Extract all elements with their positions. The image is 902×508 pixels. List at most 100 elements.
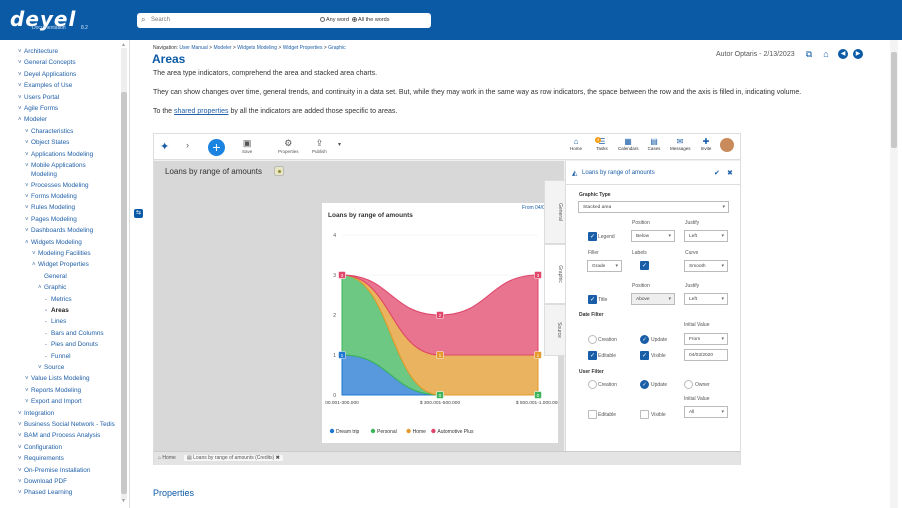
sidebar-item[interactable]: ˅ On-Premise Installation bbox=[18, 467, 90, 474]
sidebar-item[interactable]: ˅ Phased Learning bbox=[18, 489, 72, 496]
toolbar-cases[interactable]: ▤ Cases bbox=[644, 137, 664, 151]
sidebar-item[interactable]: ˄ Modeler bbox=[18, 116, 47, 123]
creation-radio[interactable] bbox=[588, 335, 597, 344]
graphic-type-select[interactable]: Stacked area ▾ bbox=[578, 201, 729, 213]
legend-checkbox[interactable]: ✓ bbox=[588, 232, 597, 241]
sidebar-item[interactable]: ˅ Deyel Applications bbox=[18, 71, 76, 78]
collapse-sidebar-icon[interactable]: ⇆ bbox=[134, 209, 143, 218]
editable-checkbox[interactable]: ✓ bbox=[588, 351, 597, 360]
sidebar-item[interactable]: ˄ Graphic bbox=[38, 284, 66, 291]
scroll-up-icon[interactable]: ▲ bbox=[121, 42, 126, 48]
user-editable-checkbox[interactable] bbox=[588, 410, 597, 419]
sidebar-item[interactable]: ˅ Architecture bbox=[18, 48, 58, 55]
radio-all-words[interactable]: All the words bbox=[352, 17, 390, 23]
curve-select[interactable]: Smooth ▾ bbox=[684, 260, 728, 272]
breadcrumb-link[interactable]: Modeler bbox=[213, 45, 231, 51]
sidebar-item[interactable]: ˅ Dashboards Modeling bbox=[25, 227, 93, 234]
properties-button[interactable]: ⚙ Properties bbox=[278, 138, 299, 154]
sidebar-item[interactable]: ˅ Requirements bbox=[18, 455, 64, 462]
tab-general[interactable]: General bbox=[544, 180, 566, 244]
sidebar-item[interactable]: Modeling bbox=[25, 171, 57, 178]
save-button[interactable]: ▣ Save bbox=[242, 138, 252, 154]
sidebar-item[interactable]: ˅ Download PDF bbox=[18, 478, 67, 485]
widget-status-icon[interactable] bbox=[274, 166, 284, 176]
copy-link-icon[interactable]: ⧉ bbox=[804, 49, 814, 59]
sidebar-item[interactable]: ˅ Forms Modeling bbox=[25, 193, 77, 200]
home-icon[interactable]: ⌂ bbox=[821, 49, 831, 59]
sidebar-item[interactable]: ˅ Users Portal bbox=[18, 94, 59, 101]
title-justify-select[interactable]: Left ▾ bbox=[684, 293, 728, 305]
sidebar-item[interactable]: ˅ Examples of Use bbox=[18, 82, 72, 89]
sidebar-item[interactable]: ˅ Value Lists Modeling bbox=[25, 375, 90, 382]
shared-properties-link[interactable]: shared properties bbox=[174, 108, 228, 115]
sidebar-item[interactable]: - Areas bbox=[45, 307, 69, 314]
search-input[interactable]: Search bbox=[151, 17, 170, 23]
sidebar-item[interactable]: ˅ Reports Modeling bbox=[25, 387, 81, 394]
tab-current-widget[interactable]: ▤ Loans by range of amounts (Credits) ✖ bbox=[184, 455, 283, 461]
user-initial-value-select[interactable]: All ▾ bbox=[684, 406, 728, 418]
sidebar-item[interactable]: - Metrics bbox=[45, 296, 72, 303]
sidebar-item[interactable]: ˅ Object States bbox=[25, 139, 69, 146]
sidebar-item[interactable]: - Pies and Donuts bbox=[45, 341, 98, 348]
owner-radio[interactable] bbox=[684, 380, 693, 389]
filler-select[interactable]: Grade ▾ bbox=[587, 260, 622, 272]
sidebar-item[interactable]: ˅ General Concepts bbox=[18, 59, 76, 66]
sidebar-scroll-thumb[interactable] bbox=[121, 92, 127, 494]
sidebar-item[interactable]: ˅ Mobile Applications bbox=[25, 162, 86, 169]
initial-value-select[interactable]: From ▾ bbox=[684, 333, 728, 345]
next-icon[interactable]: ▶ bbox=[853, 49, 863, 59]
sidebar-item[interactable]: ˅ Applications Modeling bbox=[25, 151, 93, 158]
toolbar-messages[interactable]: ✉ Messages bbox=[670, 137, 691, 151]
sidebar-item[interactable]: ˄ Widget Properties bbox=[32, 261, 89, 268]
breadcrumb-link[interactable]: Widget Properties bbox=[283, 45, 323, 51]
close-tab-icon[interactable]: ✖ bbox=[276, 455, 280, 461]
breadcrumb-link[interactable]: User Manual bbox=[179, 45, 207, 51]
legend-justify-select[interactable]: Left ▾ bbox=[684, 230, 728, 242]
user-visible-checkbox[interactable] bbox=[640, 410, 649, 419]
date-input[interactable]: 04/03/2020 bbox=[684, 349, 728, 361]
breadcrumb-link[interactable]: Widgets Modeling bbox=[237, 45, 277, 51]
avatar[interactable] bbox=[720, 138, 734, 152]
sidebar-item[interactable]: ˅ Integration bbox=[18, 410, 54, 417]
sidebar-item[interactable]: ˅ Rules Modeling bbox=[25, 204, 75, 211]
sidebar-item[interactable]: ˅ Pages Modeling bbox=[25, 216, 77, 223]
tab-home[interactable]: ⌂ Home bbox=[158, 455, 176, 461]
scroll-down-icon[interactable]: ▼ bbox=[121, 498, 126, 504]
radio-any-word[interactable]: Any word bbox=[320, 17, 349, 23]
sidebar-item[interactable]: ˅ Source bbox=[38, 364, 64, 371]
main-scroll-thumb[interactable] bbox=[891, 52, 897, 148]
toolbar-home[interactable]: ⌂ Home bbox=[566, 137, 586, 151]
legend-position-select[interactable]: Below ▾ bbox=[631, 230, 675, 242]
sidebar-item[interactable]: General bbox=[38, 273, 67, 280]
close-icon[interactable]: ✖ bbox=[727, 169, 733, 177]
toolbar-invite[interactable]: ✚ Invite bbox=[696, 137, 716, 151]
sidebar-item[interactable]: ˅ Export and Import bbox=[25, 398, 82, 405]
sidebar-item[interactable]: ˅ Business Social Network - Tedis bbox=[18, 421, 115, 428]
visible-checkbox[interactable]: ✓ bbox=[640, 351, 649, 360]
search-box[interactable]: ⌕ Search Any word All the words bbox=[137, 13, 431, 28]
sidebar-item[interactable]: - Funnel bbox=[45, 353, 71, 360]
toolbar-calendars[interactable]: ▦ Calendars bbox=[618, 137, 639, 151]
publish-button[interactable]: ⇪ Publish bbox=[312, 138, 327, 154]
confirm-icon[interactable]: ✔ bbox=[714, 169, 720, 177]
user-update-radio[interactable]: ✓ bbox=[640, 380, 649, 389]
add-button[interactable]: + bbox=[208, 139, 225, 156]
sidebar-item[interactable]: ˅ Configuration bbox=[18, 444, 62, 451]
sidebar-item[interactable]: ˅ Characteristics bbox=[25, 128, 73, 135]
labels-checkbox[interactable]: ✓ bbox=[640, 261, 649, 270]
sidebar-item[interactable]: ˅ Modeling Facilities bbox=[32, 250, 91, 257]
previous-icon[interactable]: ◀ bbox=[838, 49, 848, 59]
update-radio[interactable]: ✓ bbox=[640, 335, 649, 344]
breadcrumb-link[interactable]: Graphic bbox=[328, 45, 346, 51]
sidebar-item[interactable]: ˅ Agile Forms bbox=[18, 105, 58, 112]
tab-graphic[interactable]: Graphic bbox=[544, 244, 566, 304]
sidebar-item[interactable]: ˄ Widgets Modeling bbox=[25, 239, 82, 246]
tab-source[interactable]: Source bbox=[544, 304, 566, 356]
title-position-select[interactable]: Above ▾ bbox=[631, 293, 675, 305]
publish-dropdown-icon[interactable]: ▾ bbox=[338, 141, 341, 148]
sidebar-item[interactable]: ˅ Processes Modeling bbox=[25, 182, 89, 189]
sidebar-item[interactable]: - Bars and Columns bbox=[45, 330, 104, 337]
chevron-right-icon[interactable]: › bbox=[186, 140, 189, 150]
sidebar-item[interactable]: - Lines bbox=[45, 318, 66, 325]
user-creation-radio[interactable] bbox=[588, 380, 597, 389]
